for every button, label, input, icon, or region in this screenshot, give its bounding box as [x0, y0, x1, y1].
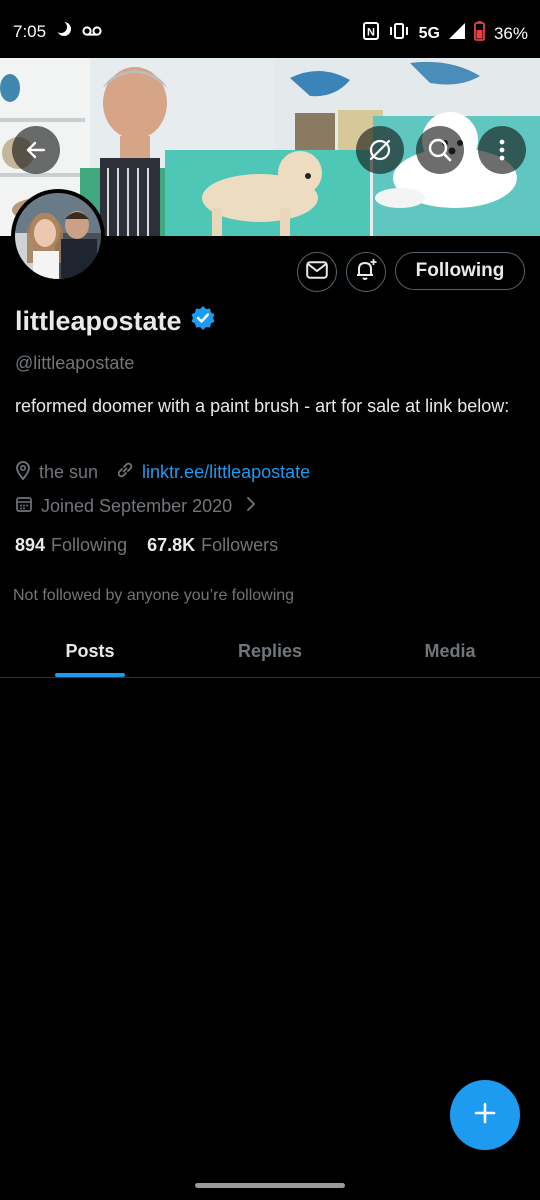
svg-text:N: N: [367, 27, 375, 39]
website-link[interactable]: linktr.ee/littleapostate: [142, 462, 310, 483]
more-vertical-icon: [499, 139, 505, 161]
tab-posts[interactable]: Posts: [0, 626, 180, 677]
following-button[interactable]: Following: [395, 252, 525, 290]
avatar-image: [15, 193, 101, 279]
followers-count: 67.8K: [147, 535, 196, 555]
bell-plus-icon: [354, 258, 378, 287]
following-count-link[interactable]: 894 Following: [15, 535, 127, 556]
slash-circle-icon: [367, 137, 393, 163]
battery-percent: 36%: [493, 23, 528, 43]
tab-replies[interactable]: Replies: [180, 626, 360, 677]
chevron-right-icon: [246, 496, 256, 517]
not-followed-notice: Not followed by anyone you’re following: [13, 587, 295, 604]
back-button[interactable]: [12, 126, 60, 174]
tab-label: Replies: [237, 641, 303, 661]
moon-icon: [55, 21, 72, 42]
search-icon: [427, 137, 453, 163]
notifications-button[interactable]: [346, 252, 386, 292]
verified-badge-icon[interactable]: [190, 305, 216, 338]
following-count: 894: [15, 535, 46, 555]
followers-count-link[interactable]: 67.8K Followers: [147, 535, 278, 556]
signal-icon: [448, 23, 465, 44]
message-button[interactable]: [297, 252, 337, 292]
follow-counts: 894 Following 67.8K Followers: [15, 535, 278, 556]
following-label: Following: [51, 535, 128, 555]
bio: reformed doomer with a paint brush - art…: [15, 396, 510, 416]
joined-row[interactable]: Joined September 2020: [15, 495, 256, 518]
network-label: 5G: [418, 24, 440, 42]
handle: @littleapostate: [15, 353, 135, 373]
link-icon: [116, 461, 134, 484]
search-button[interactable]: [416, 126, 464, 174]
compose-button[interactable]: [450, 1080, 520, 1150]
more-button[interactable]: [478, 126, 526, 174]
joined-text: Joined September 2020: [41, 496, 233, 516]
nfc-icon: N: [362, 22, 379, 45]
grok-button[interactable]: [356, 126, 404, 174]
calendar-icon: [15, 495, 33, 518]
status-bar: 7:05 N 5G 36%: [0, 0, 540, 62]
tab-label: Posts: [65, 641, 115, 661]
status-time: 7:05: [13, 22, 47, 41]
location-link-row: the sun linktr.ee/littleapostate: [15, 460, 310, 485]
arrow-left-icon: [24, 138, 48, 162]
vibrate-icon: [388, 23, 410, 44]
location-pin-icon: [15, 460, 31, 485]
display-name-text: littleapostate: [15, 306, 182, 336]
plus-icon: [473, 1101, 497, 1130]
location-text: the sun: [39, 462, 99, 482]
voicemail-icon: [82, 22, 102, 42]
active-tab-indicator: [55, 673, 125, 677]
avatar[interactable]: [11, 189, 105, 283]
mail-icon: [306, 260, 328, 284]
display-name: littleapostate: [15, 305, 216, 338]
profile-tabs: Posts Replies Media: [0, 626, 540, 678]
tab-media[interactable]: Media: [360, 626, 540, 677]
home-indicator[interactable]: [195, 1183, 345, 1188]
tab-label: Media: [424, 641, 476, 661]
battery-icon: [474, 21, 485, 46]
followers-label: Followers: [201, 535, 279, 555]
